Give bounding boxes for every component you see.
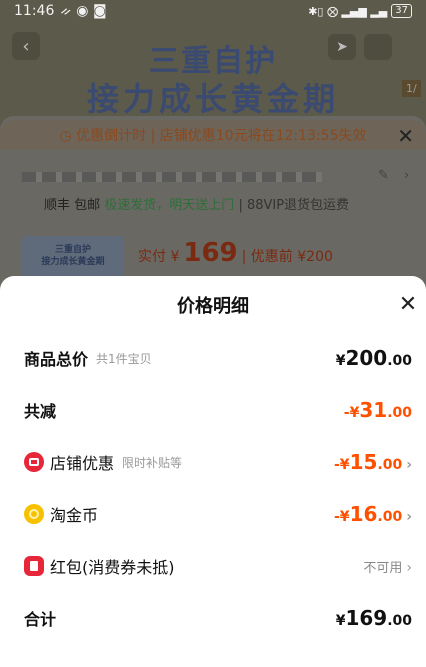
product-thumbnail: 三重自护 接力成长黄金期 [22,236,124,280]
amount-dec: .00 [387,405,412,421]
row-taobao-coin[interactable]: 淘金币 -¥ 16.00 › [0,494,426,534]
shop-icon [24,452,44,472]
amount-dec: .00 [377,457,403,473]
countdown-close-icon[interactable]: ✕ [397,124,414,148]
shipping-info: 顺丰 包邮 极速发货，明天送上门 | 88VIP退货包运费 [44,194,349,213]
shop-discount-sub: 限时补贴等 [122,455,183,470]
row-total-reduce: 共减 -¥ 31.00 [0,390,426,430]
shop-discount-value: -¥ 15.00 › [334,450,412,474]
row-shop-discount[interactable]: 店铺优惠 限时补贴等 -¥ 15.00 › [0,442,426,482]
total-reduce-value: -¥ 31.00 [344,398,412,422]
paid-price-label: 实付 ¥ [138,249,180,265]
currency: ¥ [335,353,346,369]
amount-int: 31 [359,398,388,422]
amount-dec: .00 [387,353,412,369]
price-before-discount: | 优惠前 ¥200 [241,249,333,265]
shipping-extra: | 88VIP退货包运费 [238,198,350,213]
sheet-title: 价格明细 [177,296,249,317]
shipping-carrier: 顺丰 包邮 [44,198,101,213]
coin-icon [24,504,44,524]
amount-int: 16 [349,502,378,526]
edit-icon[interactable]: ✎ [378,168,389,183]
currency: -¥ [343,405,360,421]
total-reduce-label: 共减 [24,402,57,421]
amount-int: 15 [349,450,378,474]
amount-int: 169 [345,606,388,630]
shipping-speed: 极速发货，明天送上门 [104,198,235,213]
battery-icon: 37 [391,4,412,18]
red-packet-status: 不可用 [363,560,403,576]
row-sum: 合计 ¥169.00 [0,598,426,638]
coupon-countdown: ◷ 优惠倒计时 | 店铺优惠10元将在12:13:55失效 [0,120,426,150]
chevron-right-icon: › [406,559,412,576]
address-blurred[interactable] [22,172,322,182]
coin-label: 淘金币 [50,506,99,525]
goods-count: 共1件宝贝 [96,351,152,366]
status-bar: 11:46 ᨀ ◉ ◙ ✱▯ ⨂ ▂▄▆ ▂▄ 37 [0,0,426,22]
goods-total-label: 商品总价 [24,350,89,369]
row-red-packet[interactable]: 红包(消费券未抵) 不可用 › [0,546,426,586]
amount-int: 200 [345,346,388,370]
coin-value: -¥ 16.00 › [334,502,412,526]
paid-price-value: 169 [183,238,238,268]
chevron-right-icon: › [406,509,412,525]
sum-label: 合计 [24,610,57,629]
red-packet-icon [24,556,44,576]
signal-icons: ✱▯ ⨂ ▂▄▆ ▂▄ [308,4,388,18]
goods-total-value: ¥200.00 [336,346,412,370]
close-icon[interactable]: ✕ [394,290,422,318]
address-chevron-icon[interactable]: › [404,168,409,183]
status-left-icons: ᨀ ◉ ◙ [60,3,107,19]
amount-dec: .00 [387,613,412,629]
shop-discount-label: 店铺优惠 [50,454,115,473]
amount-dec: .00 [377,509,403,525]
paid-price: 实付 ¥ 169 | 优惠前 ¥200 [138,238,333,268]
currency: -¥ [334,457,350,473]
sum-value: ¥169.00 [336,606,412,630]
status-time: 11:46 [14,3,55,19]
row-goods-total: 商品总价 共1件宝贝 ¥200.00 [0,338,426,378]
currency: -¥ [334,509,350,525]
price-detail-sheet: 价格明细 ✕ 商品总价 共1件宝贝 ¥200.00 共减 -¥ 31.00 店铺优… [0,276,426,667]
red-packet-value: 不可用 › [363,557,412,576]
banner-title-line2: 接力成长黄金期 [86,80,339,118]
currency: ¥ [335,613,346,629]
red-packet-label: 红包(消费券未抵) [50,558,175,577]
chevron-right-icon: › [406,457,412,473]
